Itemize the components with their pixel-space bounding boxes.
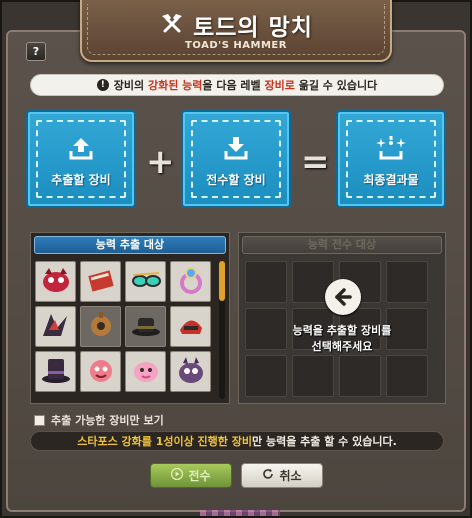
target-slot-label: 전수할 장비	[206, 173, 266, 187]
cancel-label: 취소	[279, 469, 302, 483]
pink-fish-icon	[84, 353, 118, 391]
result-slot: 최종결과물	[336, 110, 446, 208]
equipment-slot[interactable]	[125, 351, 166, 392]
goggles-icon	[129, 263, 163, 301]
hammer-icon	[159, 12, 185, 38]
transfer-button[interactable]: 전수	[150, 463, 232, 488]
title-plate: 토드의 망치 TOAD'S HAMMER	[80, 0, 392, 62]
source-equipment-slot[interactable]: 추출할 장비	[26, 110, 136, 208]
message-line: 선택해주세요	[311, 340, 373, 353]
notice-text: 장비의	[113, 79, 148, 92]
arrow-left-icon	[325, 279, 361, 315]
starforce-notice: 스타포스 강화를 1성이상 진행한 장비 만 능력을 추출 할 수 있습니다.	[30, 431, 444, 451]
empty-slot	[292, 355, 334, 397]
pink-creature-icon	[129, 353, 163, 391]
scroll-thumb[interactable]	[219, 261, 225, 301]
window-title: 토드의 망치	[193, 15, 313, 41]
starforce-suffix: 만 능력을 추출 할 수 있습니다.	[252, 435, 397, 448]
equipment-slot[interactable]	[170, 351, 211, 392]
red-beast-helmet-icon	[39, 263, 73, 301]
play-circle-icon	[171, 467, 184, 483]
empty-slot	[245, 261, 287, 303]
filter-checkbox[interactable]	[34, 414, 45, 426]
target-equipment-slot[interactable]: 전수할 장비	[181, 110, 291, 208]
equipment-slot[interactable]	[35, 261, 76, 302]
equipment-slot[interactable]	[35, 306, 76, 347]
red-book-icon	[84, 263, 118, 301]
equipment-slot[interactable]	[80, 261, 121, 302]
steampunk-gear-icon	[84, 308, 118, 346]
notice-highlight: 장비로	[264, 79, 295, 92]
equipment-slot[interactable]	[125, 261, 166, 302]
notice-text: 옮길 수 있습니다	[294, 79, 378, 92]
equipment-slot[interactable]	[80, 351, 121, 392]
empty-slot	[245, 355, 287, 397]
equipment-slot[interactable]	[170, 261, 211, 302]
transfer-label: 전수	[188, 469, 211, 483]
filter-row[interactable]: 추출 가능한 장비만 보기	[34, 412, 164, 428]
equipment-slot[interactable]	[35, 351, 76, 392]
purple-monster-icon	[174, 353, 208, 391]
message-line: 능력을 추출할 장비를	[292, 324, 392, 337]
equals-sign: =	[301, 142, 330, 182]
filter-label[interactable]: 추출 가능한 장비만 보기	[51, 412, 164, 428]
extract-target-panel: 능력 추출 대상	[30, 232, 230, 404]
empty-slot	[386, 355, 428, 397]
notice-highlight: 강화된 능력	[147, 79, 203, 92]
window-subtitle: TOAD'S HAMMER	[185, 40, 287, 51]
purple-top-hat-icon	[39, 353, 73, 391]
transfer-target-panel: 능력 전수 대상 능력을 추출할 장비를 선택해주세요	[238, 232, 446, 404]
source-slot-label: 추출할 장비	[51, 173, 111, 187]
notice-text: 을 다음 레벨	[202, 79, 265, 92]
dark-wing-icon	[39, 308, 73, 346]
info-notice: ! 장비의 강화된 능력을 다음 레벨 장비로 옮길 수 있습니다	[30, 74, 444, 96]
select-equipment-message: 능력을 추출할 장비를 선택해주세요	[239, 323, 445, 355]
black-hat-icon	[129, 308, 163, 346]
transfer-panel-title: 능력 전수 대상	[242, 236, 442, 254]
refresh-icon	[262, 468, 274, 483]
red-helmet-icon	[174, 308, 208, 346]
equipment-slot[interactable]	[80, 306, 121, 347]
starforce-highlight: 스타포스 강화를 1성이상 진행한 장비	[77, 435, 252, 448]
plus-sign: +	[146, 142, 175, 182]
empty-slot	[339, 355, 381, 397]
cancel-button[interactable]: 취소	[241, 463, 323, 488]
equipment-grid	[35, 261, 217, 392]
result-slot-label: 최종결과물	[363, 173, 419, 187]
extract-panel-title: 능력 추출 대상	[34, 236, 226, 254]
background-strip	[200, 510, 280, 516]
exclamation-icon: !	[96, 79, 109, 91]
empty-slot	[386, 261, 428, 303]
equipment-slot[interactable]	[125, 306, 166, 347]
equipment-slot[interactable]	[170, 306, 211, 347]
help-button[interactable]: ?	[26, 42, 46, 61]
purple-ring-icon	[174, 263, 208, 301]
scrollbar[interactable]	[219, 261, 225, 399]
